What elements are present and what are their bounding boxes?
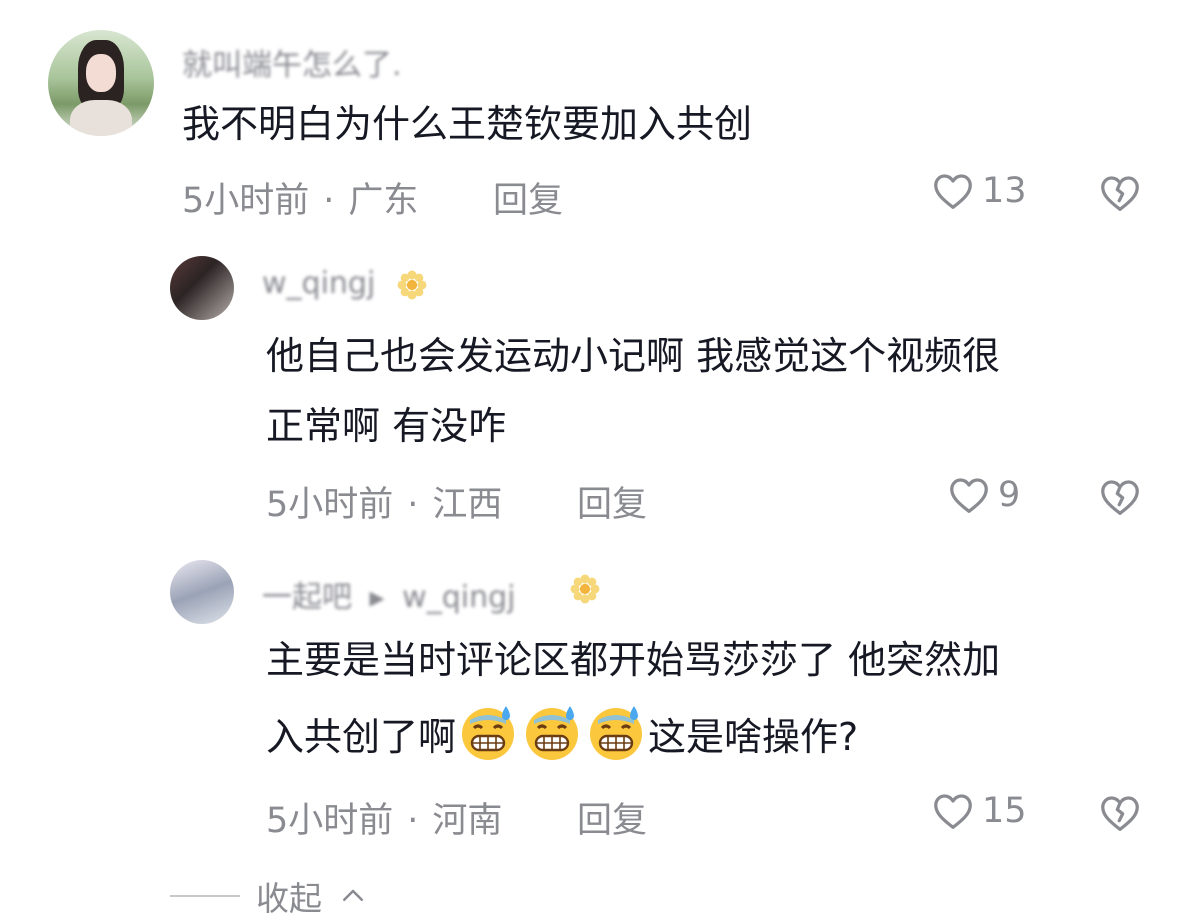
grimacing-sweat-emoji [462,706,515,760]
broken-heart-icon[interactable] [1097,790,1143,836]
collapse-label: 收起 [256,879,322,918]
username[interactable]: 就叫端午怎么了. [182,40,402,84]
reply-button[interactable]: 回复 [577,792,647,843]
timestamp: 5小时前 [266,485,394,525]
broken-heart-icon[interactable] [1097,474,1143,520]
comment-meta: 5小时前 · 广东 [182,181,419,221]
grimacing-sweat-emoji [590,706,643,760]
comment-text-line-2: 入共创了啊 这是啥操作? [266,700,858,771]
comment-text-line-1: 主要是当时评论区都开始骂莎莎了 他突然加 [266,638,1001,682]
flower-icon [570,574,600,604]
comment-meta: 5小时前 · 河南 [266,801,503,841]
avatar[interactable] [170,256,234,320]
like-count: 9 [998,475,1021,515]
comment-text-line-1: 他自己也会发运动小记啊 我感觉这个视频很 [266,334,1001,378]
reply-button[interactable]: 回复 [493,172,563,223]
collapse-replies-button[interactable]: 收起 [170,872,368,920]
location: 江西 [432,485,503,525]
flower-icon [397,270,427,300]
username[interactable]: 一起吧 ▸ w_qingj [262,572,515,616]
like-count: 13 [982,171,1027,211]
comment-meta: 5小时前 · 江西 [266,485,503,525]
like-button[interactable]: 13 [930,168,1027,214]
grimacing-sweat-emoji [526,706,579,760]
like-count: 15 [982,791,1027,831]
timestamp: 5小时前 [182,181,310,221]
username[interactable]: w_qingj [262,266,375,301]
location: 广东 [348,181,419,221]
avatar[interactable] [170,560,234,624]
broken-heart-icon[interactable] [1097,170,1143,216]
heart-outline-icon [950,478,988,513]
comment-text-line-2: 正常啊 有没咋 [266,404,507,448]
chevron-up-icon [343,889,363,901]
avatar[interactable] [48,30,154,136]
location: 河南 [432,801,503,841]
like-button[interactable]: 9 [946,472,1020,518]
like-button[interactable]: 15 [930,788,1027,834]
heart-outline-icon [934,794,972,829]
heart-outline-icon [934,174,972,209]
timestamp: 5小时前 [266,801,394,841]
comment-text: 我不明白为什么王楚钦要加入共创 [182,102,753,146]
divider [170,895,240,897]
reply-button[interactable]: 回复 [577,476,647,527]
